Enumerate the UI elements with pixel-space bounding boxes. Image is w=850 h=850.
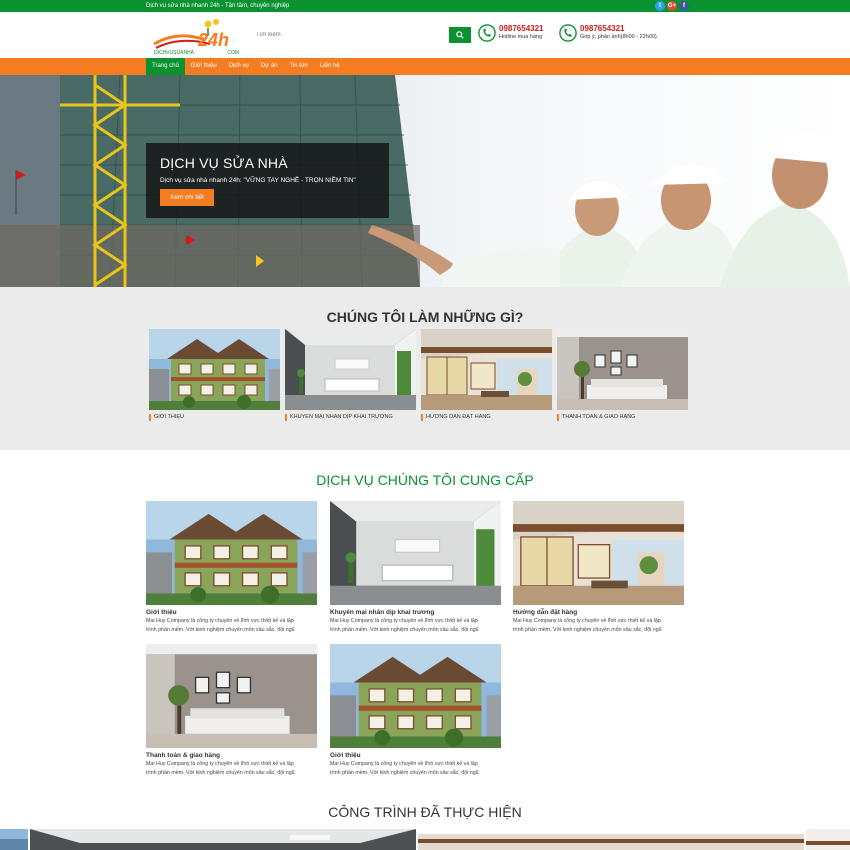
feature-card[interactable]: GIỚI THIỆU xyxy=(149,329,280,421)
service-image xyxy=(513,501,684,605)
service-title[interactable]: Hướng dẫn đặt hàng xyxy=(513,608,684,617)
hotline-feedback[interactable]: 0987654321 Góp ý, phản ánh(8h00 - 22h00)… xyxy=(559,24,658,42)
main-nav: Trang chủ Giới thiệu Dịch vụ Dự án Tin t… xyxy=(0,58,850,75)
nav-item-contact[interactable]: Liên hệ xyxy=(314,58,346,75)
logo-domain: DICHVUSUANHA xyxy=(154,50,195,56)
project-image xyxy=(30,829,416,850)
hotline-number: 0987654321 xyxy=(499,24,544,33)
project-card[interactable] xyxy=(418,829,804,850)
project-image xyxy=(806,829,850,850)
service-desc: Mai Huy Company là công ty chuyên về lĩn… xyxy=(513,618,661,624)
google-plus-icon[interactable]: G+ xyxy=(667,1,677,11)
top-bar: Dịch vụ sửa nhà nhanh 24h - Tận tâm, chu… xyxy=(0,0,850,12)
section-title: CHÚNG TÔI LÀM NHỮNG GÌ? xyxy=(326,309,524,325)
hotline-label: Góp ý, phản ánh(8h00 - 22h00). xyxy=(580,34,659,40)
twitter-icon[interactable]: t xyxy=(655,1,665,11)
nav-item-home[interactable]: Trang chủ xyxy=(146,58,185,75)
site-tagline: Dịch vụ sửa nhà nhanh 24h - Tận tâm, chu… xyxy=(146,3,290,9)
hero-banner: DỊCH VỤ SỬA NHÀ Dịch vụ sửa nhà nhanh 24… xyxy=(0,75,850,287)
service-desc: Mai Huy Company là công ty chuyên về lĩn… xyxy=(330,761,478,767)
service-card[interactable]: Thanh toán & giao hàng Mai Huy Company l… xyxy=(146,644,317,778)
site-logo[interactable]: 24h DICHVUSUANHA .COM xyxy=(150,18,250,56)
service-desc: trình phần mềm. Với kinh nghiệm chuyên m… xyxy=(146,770,295,776)
feature-card[interactable]: THANH TOÁN & GIAO HÀNG xyxy=(557,329,688,421)
hero-title: DỊCH VỤ SỬA NHÀ xyxy=(160,155,288,171)
feature-caption: THANH TOÁN & GIAO HÀNG xyxy=(557,414,688,421)
search-input[interactable] xyxy=(256,28,446,42)
hero-subtitle: Dịch vụ sửa nhà nhanh 24h: "VỮNG TAY NGH… xyxy=(160,177,356,184)
facebook-icon[interactable]: f xyxy=(679,1,689,11)
project-image xyxy=(418,829,804,850)
what-we-do-section: CHÚNG TÔI LÀM NHỮNG GÌ? GIỚI THIỆU KHUYẾ… xyxy=(0,287,850,450)
feature-card[interactable]: HƯỚNG DẪN ĐẶT HÀNG xyxy=(421,329,552,421)
project-card[interactable] xyxy=(30,829,416,850)
hero-image xyxy=(0,75,850,287)
logo-suffix: .COM xyxy=(226,50,239,56)
nav-item-about[interactable]: Giới thiệu xyxy=(185,58,223,75)
service-desc: trình phần mềm. Với kinh nghiệm chuyên m… xyxy=(146,627,295,633)
feature-caption: HƯỚNG DẪN ĐẶT HÀNG xyxy=(421,414,552,421)
search-icon xyxy=(456,31,464,39)
feature-image xyxy=(285,329,416,410)
service-title[interactable]: Thanh toán & giao hàng xyxy=(146,751,317,760)
hotline-sales[interactable]: 0987654321 Hotline mua hàng xyxy=(478,24,544,42)
service-desc: Mai Huy Company là công ty chuyên về lĩn… xyxy=(146,618,294,624)
project-image xyxy=(0,829,28,850)
service-card[interactable]: Hướng dẫn đặt hàng Mai Huy Company là cô… xyxy=(513,501,684,635)
nav-item-news[interactable]: Tin tức xyxy=(283,58,313,75)
service-image xyxy=(146,644,317,748)
service-card[interactable]: Giới thiệu Mai Huy Company là công ty ch… xyxy=(330,644,501,778)
service-image xyxy=(146,501,317,605)
service-image xyxy=(330,644,501,748)
service-desc: Mai Huy Company là công ty chuyên về lĩn… xyxy=(330,618,478,624)
feature-caption: KHUYẾN MẠI NHÂN DỊP KHAI TRƯƠNG xyxy=(285,414,416,421)
phone-icon xyxy=(478,24,496,42)
service-image xyxy=(330,501,501,605)
phone-icon xyxy=(559,24,577,42)
nav-item-projects[interactable]: Dự án xyxy=(255,58,284,75)
nav-item-services[interactable]: Dịch vụ xyxy=(223,58,255,75)
service-title[interactable]: Giới thiệu xyxy=(146,608,317,617)
feature-image xyxy=(557,329,688,410)
service-desc: trình phần mềm. Với kinh nghiệm chuyên m… xyxy=(330,770,479,776)
hero-caption-box: DỊCH VỤ SỬA NHÀ Dịch vụ sửa nhà nhanh 24… xyxy=(146,143,389,218)
service-desc: Mai Huy Company là công ty chuyên về lĩn… xyxy=(146,761,294,767)
site-header: 24h DICHVUSUANHA .COM 0987654321 Hotline… xyxy=(0,12,850,58)
service-title[interactable]: Giới thiệu xyxy=(330,751,501,760)
service-desc: trình phần mềm. Với kinh nghiệm chuyên m… xyxy=(513,627,662,633)
hotline-number: 0987654321 xyxy=(580,24,625,33)
feature-card[interactable]: KHUYẾN MẠI NHÂN DỊP KHAI TRƯƠNG xyxy=(285,329,416,421)
service-card[interactable]: Giới thiệu Mai Huy Company là công ty ch… xyxy=(146,501,317,635)
projects-title: CÔNG TRÌNH ĐÃ THỰC HIỆN xyxy=(328,804,522,820)
logo-24h: 24h xyxy=(197,30,229,50)
service-card[interactable]: Khuyến mại nhân dịp khai trương Mai Huy … xyxy=(330,501,501,635)
feature-caption: GIỚI THIỆU xyxy=(149,414,280,421)
services-title: DỊCH VỤ CHÚNG TÔI CUNG CẤP xyxy=(316,472,534,488)
project-image-partial[interactable] xyxy=(806,829,850,850)
social-links: t G+ f xyxy=(655,1,689,11)
project-image-partial[interactable] xyxy=(0,829,28,850)
search-button[interactable] xyxy=(449,27,471,43)
feature-image xyxy=(421,329,552,410)
hotline-label: Hotline mua hàng xyxy=(499,34,543,40)
service-title[interactable]: Khuyến mại nhân dịp khai trương xyxy=(330,608,501,617)
feature-image xyxy=(149,329,280,410)
hero-detail-button[interactable]: Xem chi tiết xyxy=(160,189,214,206)
service-desc: trình phần mềm. Với kinh nghiệm chuyên m… xyxy=(330,627,479,633)
